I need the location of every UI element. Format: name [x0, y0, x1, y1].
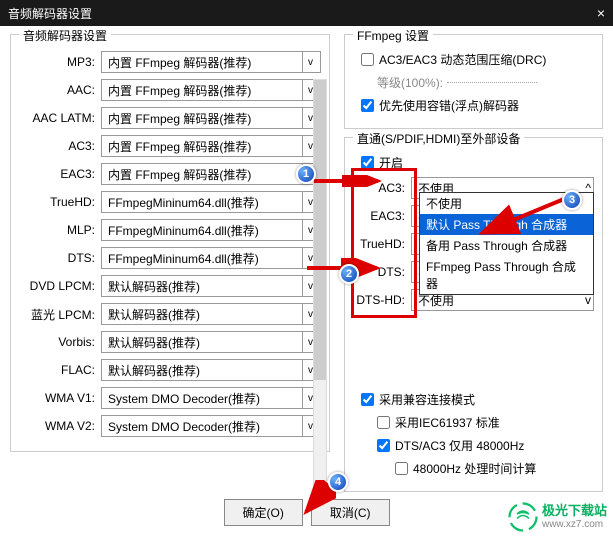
pt-label: DTS-HD: [353, 293, 411, 307]
annotation-badge-1: 1 [296, 164, 316, 184]
decoder-row: FLAC:默认解码器(推荐)v [19, 359, 321, 381]
pt-label: AC3: [353, 181, 411, 195]
annotation-badge-4: 4 [328, 472, 348, 492]
decoder-row: 蓝光 LPCM:默认解码器(推荐)v [19, 303, 321, 325]
watermark-logo: 极光下载站www.xz7.com [508, 502, 607, 532]
logo-url: www.xz7.com [542, 519, 607, 530]
select-value: System DMO Decoder(推荐) [108, 390, 260, 407]
decoder-row: WMA V1:System DMO Decoder(推荐)v [19, 387, 321, 409]
decoder-row: DVD LPCM:默认解码器(推荐)v [19, 275, 321, 297]
decoder-row: AAC LATM:内置 FFmpeg 解码器(推荐)v [19, 107, 321, 129]
scrollbar-thumb[interactable] [314, 80, 326, 380]
drc-level: 等级(100%): [377, 74, 594, 91]
enable-label: 开启 [379, 154, 403, 171]
group-title: FFmpeg 设置 [353, 27, 433, 44]
decoder-select[interactable]: 内置 FFmpeg 解码器(推荐)v [101, 163, 321, 185]
select-value: System DMO Decoder(推荐) [108, 418, 260, 435]
select-value: 内置 FFmpeg 解码器(推荐) [108, 82, 251, 99]
ok-button[interactable]: 确定(O) [224, 499, 303, 526]
titlebar: 音频解码器设置 × [0, 0, 613, 26]
select-value: 内置 FFmpeg 解码器(推荐) [108, 138, 251, 155]
decoder-label: TrueHD: [19, 195, 101, 209]
select-value: FFmpegMininum64.dll(推荐) [108, 250, 259, 267]
audio-decoder-group: 音频解码器设置 MP3:内置 FFmpeg 解码器(推荐)vAAC:内置 FFm… [10, 34, 330, 452]
decoder-select[interactable]: 默认解码器(推荐)v [101, 275, 321, 297]
iec-checkbox[interactable] [377, 416, 390, 429]
logo-text: 极光下载站 [542, 504, 607, 518]
dropdown-option[interactable]: FFmpeg Pass Through 合成器 [420, 256, 593, 294]
passthrough-group: 直通(S/PDIF,HDMI)至外部设备 开启 AC3:不使用^EAC3:不使用… [344, 137, 603, 492]
decoder-select[interactable]: System DMO Decoder(推荐)v [101, 415, 321, 437]
drc-label: AC3/EAC3 动态范围压缩(DRC) [379, 51, 546, 68]
select-value: FFmpegMininum64.dll(推荐) [108, 194, 259, 211]
select-value: 默认解码器(推荐) [108, 334, 200, 351]
window-title: 音频解码器设置 [8, 5, 92, 22]
select-value: 内置 FFmpeg 解码器(推荐) [108, 110, 251, 127]
decoder-label: Vorbis: [19, 335, 101, 349]
decoder-row: WMA V2:System DMO Decoder(推荐)v [19, 415, 321, 437]
decoder-row: AC3:内置 FFmpeg 解码器(推荐)v [19, 135, 321, 157]
ffmpeg-group: FFmpeg 设置 AC3/EAC3 动态范围压缩(DRC) 等级(100%):… [344, 34, 603, 129]
select-value: 默认解码器(推荐) [108, 362, 200, 379]
decoder-select[interactable]: 内置 FFmpeg 解码器(推荐)v [101, 79, 321, 101]
decoder-label: AC3: [19, 139, 101, 153]
decoder-row: EAC3:内置 FFmpeg 解码器(推荐)v [19, 163, 321, 185]
decoder-label: 蓝光 LPCM: [19, 306, 101, 323]
drc-checkbox[interactable] [361, 53, 374, 66]
decoder-select[interactable]: 内置 FFmpeg 解码器(推荐)v [101, 107, 321, 129]
decoder-row: DTS:FFmpegMininum64.dll(推荐)v [19, 247, 321, 269]
dts-ac3-checkbox[interactable] [377, 439, 390, 452]
pt-label: TrueHD: [353, 237, 411, 251]
content: 音频解码器设置 MP3:内置 FFmpeg 解码器(推荐)vAAC:内置 FFm… [0, 26, 613, 536]
decoder-row: Vorbis:默认解码器(推荐)v [19, 331, 321, 353]
close-icon[interactable]: × [597, 5, 605, 21]
decoder-label: WMA V2: [19, 419, 101, 433]
enable-checkbox[interactable] [361, 156, 374, 169]
dropdown-option-selected[interactable]: 默认 Pass Through 合成器 [420, 214, 593, 235]
annotation-badge-2: 2 [339, 264, 359, 284]
cancel-button[interactable]: 取消(C) [311, 499, 390, 526]
decoder-label: DTS: [19, 251, 101, 265]
decoder-select[interactable]: 默认解码器(推荐)v [101, 303, 321, 325]
pt-label: EAC3: [353, 209, 411, 223]
decoder-select[interactable]: FFmpegMininum64.dll(推荐)v [101, 247, 321, 269]
decoder-row: TrueHD:FFmpegMininum64.dll(推荐)v [19, 191, 321, 213]
chevron-icon[interactable]: v [585, 293, 591, 307]
chevron-down-icon[interactable]: v [302, 52, 318, 72]
decoder-label: DVD LPCM: [19, 279, 101, 293]
compat-checkbox[interactable] [361, 393, 374, 406]
decoder-select[interactable]: FFmpegMininum64.dll(推荐)v [101, 191, 321, 213]
decoder-row: AAC:内置 FFmpeg 解码器(推荐)v [19, 79, 321, 101]
dropdown-option[interactable]: 备用 Pass Through 合成器 [420, 235, 593, 256]
pt-label: DTS: [353, 265, 411, 279]
group-title: 直通(S/PDIF,HDMI)至外部设备 [353, 130, 524, 147]
decoder-row: MLP:FFmpegMininum64.dll(推荐)v [19, 219, 321, 241]
scrollbar[interactable] [313, 79, 327, 499]
float-checkbox[interactable] [361, 99, 374, 112]
decoder-select[interactable]: FFmpegMininum64.dll(推荐)v [101, 219, 321, 241]
decoder-select[interactable]: System DMO Decoder(推荐)v [101, 387, 321, 409]
decoder-label: MP3: [19, 55, 101, 69]
decoder-label: EAC3: [19, 167, 101, 181]
annotation-badge-3: 3 [562, 190, 582, 210]
decoder-label: FLAC: [19, 363, 101, 377]
decoder-label: AAC LATM: [19, 111, 101, 125]
select-value: 内置 FFmpeg 解码器(推荐) [108, 54, 251, 71]
logo-icon [508, 502, 538, 532]
decoder-select[interactable]: 默认解码器(推荐)v [101, 331, 321, 353]
decoder-label: WMA V1: [19, 391, 101, 405]
decoder-select[interactable]: 默认解码器(推荐)v [101, 359, 321, 381]
decoder-select[interactable]: 内置 FFmpeg 解码器(推荐) v [101, 51, 321, 73]
select-value: FFmpegMininum64.dll(推荐) [108, 222, 259, 239]
float-label: 优先使用容错(浮点)解码器 [379, 97, 519, 114]
timing-checkbox[interactable] [395, 462, 408, 475]
select-value: 默认解码器(推荐) [108, 278, 200, 295]
decoder-label: AAC: [19, 83, 101, 97]
decoder-label: MLP: [19, 223, 101, 237]
decoder-row: MP3: 内置 FFmpeg 解码器(推荐) v [19, 51, 321, 73]
select-value: 默认解码器(推荐) [108, 306, 200, 323]
group-title: 音频解码器设置 [19, 27, 111, 44]
select-value: 内置 FFmpeg 解码器(推荐) [108, 166, 251, 183]
decoder-select[interactable]: 内置 FFmpeg 解码器(推荐)v [101, 135, 321, 157]
